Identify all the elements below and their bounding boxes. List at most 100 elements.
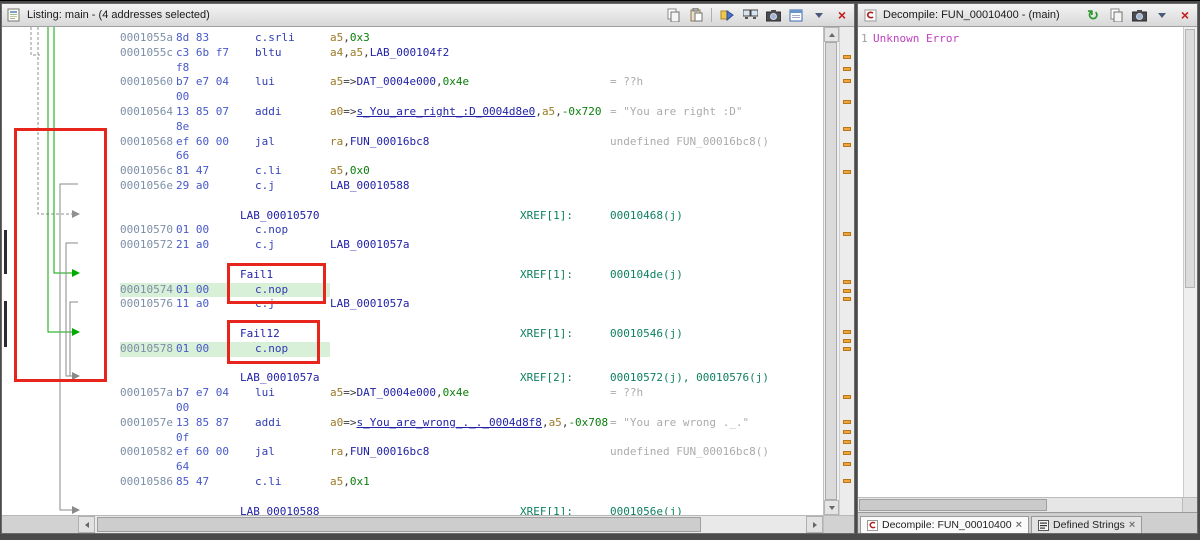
copy-icon[interactable] [1108, 7, 1124, 23]
listing-row[interactable]: 8e [120, 120, 823, 135]
listing-content[interactable]: 0001055a 8d 83 c.srli a5,0x3 0001055c c3 6b f… [114, 27, 823, 515]
field-mnemonic[interactable] [255, 431, 330, 446]
overview-marker[interactable] [843, 430, 851, 434]
field-mnemonic[interactable] [255, 149, 330, 164]
field-address[interactable]: 00010574 [120, 282, 176, 298]
overview-marker[interactable] [843, 347, 851, 351]
field-mnemonic[interactable]: lui [255, 386, 330, 401]
field-operands[interactable] [330, 120, 610, 135]
field-bytes[interactable]: ef 60 00 [176, 135, 255, 150]
field-xref-targets[interactable]: 000104de(j) [610, 268, 683, 283]
operand-token[interactable]: DAT_0004e000 [357, 75, 436, 88]
scroll-right-button[interactable] [806, 516, 823, 533]
field-bytes[interactable]: 81 47 [176, 164, 255, 179]
field-mnemonic[interactable] [255, 460, 330, 475]
diff-view-icon[interactable] [742, 7, 758, 23]
field-address[interactable] [120, 431, 176, 446]
operand-token[interactable]: 0x1 [350, 475, 370, 488]
field-address[interactable] [120, 401, 176, 416]
listing-row[interactable]: 00010574 01 00 c.nop [120, 282, 823, 298]
snapshot-camera-icon[interactable] [765, 7, 781, 23]
field-address[interactable]: 00010564 [120, 105, 176, 120]
listing-row[interactable]: 00010572 21 a0 c.j LAB_0001057a [120, 238, 823, 253]
listing-row[interactable]: 00010586 85 47 c.li a5,0x1 [120, 475, 823, 490]
listing-row[interactable]: LAB_00010588 XREF[1]: 0001056e(j) [120, 505, 823, 516]
listing-row[interactable]: 66 [120, 149, 823, 164]
operand-token[interactable]: a4 [330, 46, 343, 59]
listing-row[interactable] [120, 312, 823, 327]
decompiler-vertical-scrollbar[interactable] [1183, 27, 1197, 497]
operand-token[interactable]: s_You_are_right_:D_0004d8e0 [357, 105, 536, 118]
overview-marker[interactable] [843, 479, 851, 483]
field-bytes[interactable]: 8d 83 [176, 31, 255, 46]
operand-token[interactable]: , [436, 75, 443, 88]
field-mnemonic[interactable]: c.nop [255, 282, 330, 298]
scrollbar-thumb[interactable] [859, 499, 1047, 511]
field-bytes[interactable]: 21 a0 [176, 238, 255, 253]
overview-marker[interactable] [843, 170, 851, 174]
operand-token[interactable]: LAB_00010588 [330, 179, 409, 192]
field-operands[interactable]: a0=>s_You_are_wrong_._._0004d8f8,a5,-0x7… [330, 416, 610, 431]
overview-marker[interactable] [843, 67, 851, 71]
operand-token[interactable]: a5 [330, 75, 343, 88]
listing-row[interactable]: 00010582 ef 60 00 jal ra,FUN_00016bc8 undefi… [120, 445, 823, 460]
field-operands[interactable] [330, 283, 610, 298]
field-mnemonic[interactable]: bltu [255, 46, 330, 61]
field-operands[interactable]: LAB_00010588 [330, 179, 610, 194]
field-xref-header[interactable]: XREF[1]: [520, 505, 610, 516]
overview-marker[interactable] [843, 79, 851, 83]
listing-row[interactable]: 00010568 ef 60 00 jal ra,FUN_00016bc8 undefi… [120, 135, 823, 150]
refresh-icon[interactable]: ↻ [1085, 7, 1101, 23]
field-operands[interactable]: a5=>DAT_0004e000,0x4e [330, 386, 610, 401]
field-bytes[interactable]: 11 a0 [176, 297, 255, 312]
scroll-left-button[interactable] [78, 516, 95, 533]
listing-row[interactable]: 0001055a 8d 83 c.srli a5,0x3 [120, 31, 823, 46]
listing-row[interactable]: 00010560 b7 e7 04 lui a5=>DAT_0004e000,0x4e… [120, 75, 823, 90]
field-operands[interactable] [330, 401, 610, 416]
field-address[interactable] [120, 90, 176, 105]
field-address[interactable]: 0001056e [120, 179, 176, 194]
operand-token[interactable]: , [343, 445, 350, 458]
scrollbar-thumb[interactable] [97, 517, 702, 532]
field-address[interactable]: 00010570 [120, 223, 176, 238]
operand-token[interactable]: , [555, 105, 562, 118]
close-icon[interactable]: × [834, 7, 850, 23]
operand-token[interactable]: , [363, 46, 370, 59]
field-address[interactable]: 00010578 [120, 341, 176, 357]
field-mnemonic[interactable]: c.nop [255, 341, 330, 357]
paste-icon[interactable] [688, 7, 704, 23]
overview-marker[interactable] [843, 55, 851, 59]
listing-row[interactable]: Fail12 XREF[1]: 00010546(j) [120, 327, 823, 342]
field-operands[interactable]: a5,0x3 [330, 31, 610, 46]
overview-marker[interactable] [843, 462, 851, 466]
field-mnemonic[interactable]: addi [255, 416, 330, 431]
field-bytes[interactable]: 66 [176, 149, 255, 164]
operand-token[interactable]: , [535, 105, 542, 118]
operand-token[interactable]: , [436, 386, 443, 399]
field-xref-targets[interactable]: 00010546(j) [610, 327, 683, 342]
field-mnemonic[interactable]: c.j [255, 297, 330, 312]
field-xref-targets[interactable]: 0001056e(j) [610, 505, 683, 516]
field-mnemonic[interactable]: jal [255, 135, 330, 150]
overview-marker[interactable] [843, 339, 851, 343]
field-mnemonic[interactable] [255, 401, 330, 416]
close-icon[interactable]: × [1177, 7, 1193, 23]
operand-token[interactable]: a5 [542, 105, 555, 118]
field-bytes[interactable]: 29 a0 [176, 179, 255, 194]
overview-marker[interactable] [843, 289, 851, 293]
field-mnemonic[interactable]: addi [255, 105, 330, 120]
field-label[interactable]: Fail12 [240, 327, 520, 342]
menu-chevron-icon[interactable] [811, 7, 827, 23]
operand-token[interactable]: => [343, 105, 356, 118]
listing-row[interactable]: 0001056c 81 47 c.li a5,0x0 [120, 164, 823, 179]
field-operands[interactable] [330, 90, 610, 105]
scroll-up-button[interactable] [824, 27, 839, 42]
field-operands[interactable] [330, 149, 610, 164]
overview-marker[interactable] [843, 127, 851, 131]
tab-close-icon[interactable]: × [1129, 520, 1135, 531]
overview-marker[interactable] [843, 451, 851, 455]
field-label[interactable]: LAB_00010588 [240, 505, 520, 516]
field-bytes[interactable]: b7 e7 04 [176, 75, 255, 90]
field-operands[interactable]: LAB_0001057a [330, 297, 610, 312]
listing-row[interactable]: f8 [120, 61, 823, 76]
